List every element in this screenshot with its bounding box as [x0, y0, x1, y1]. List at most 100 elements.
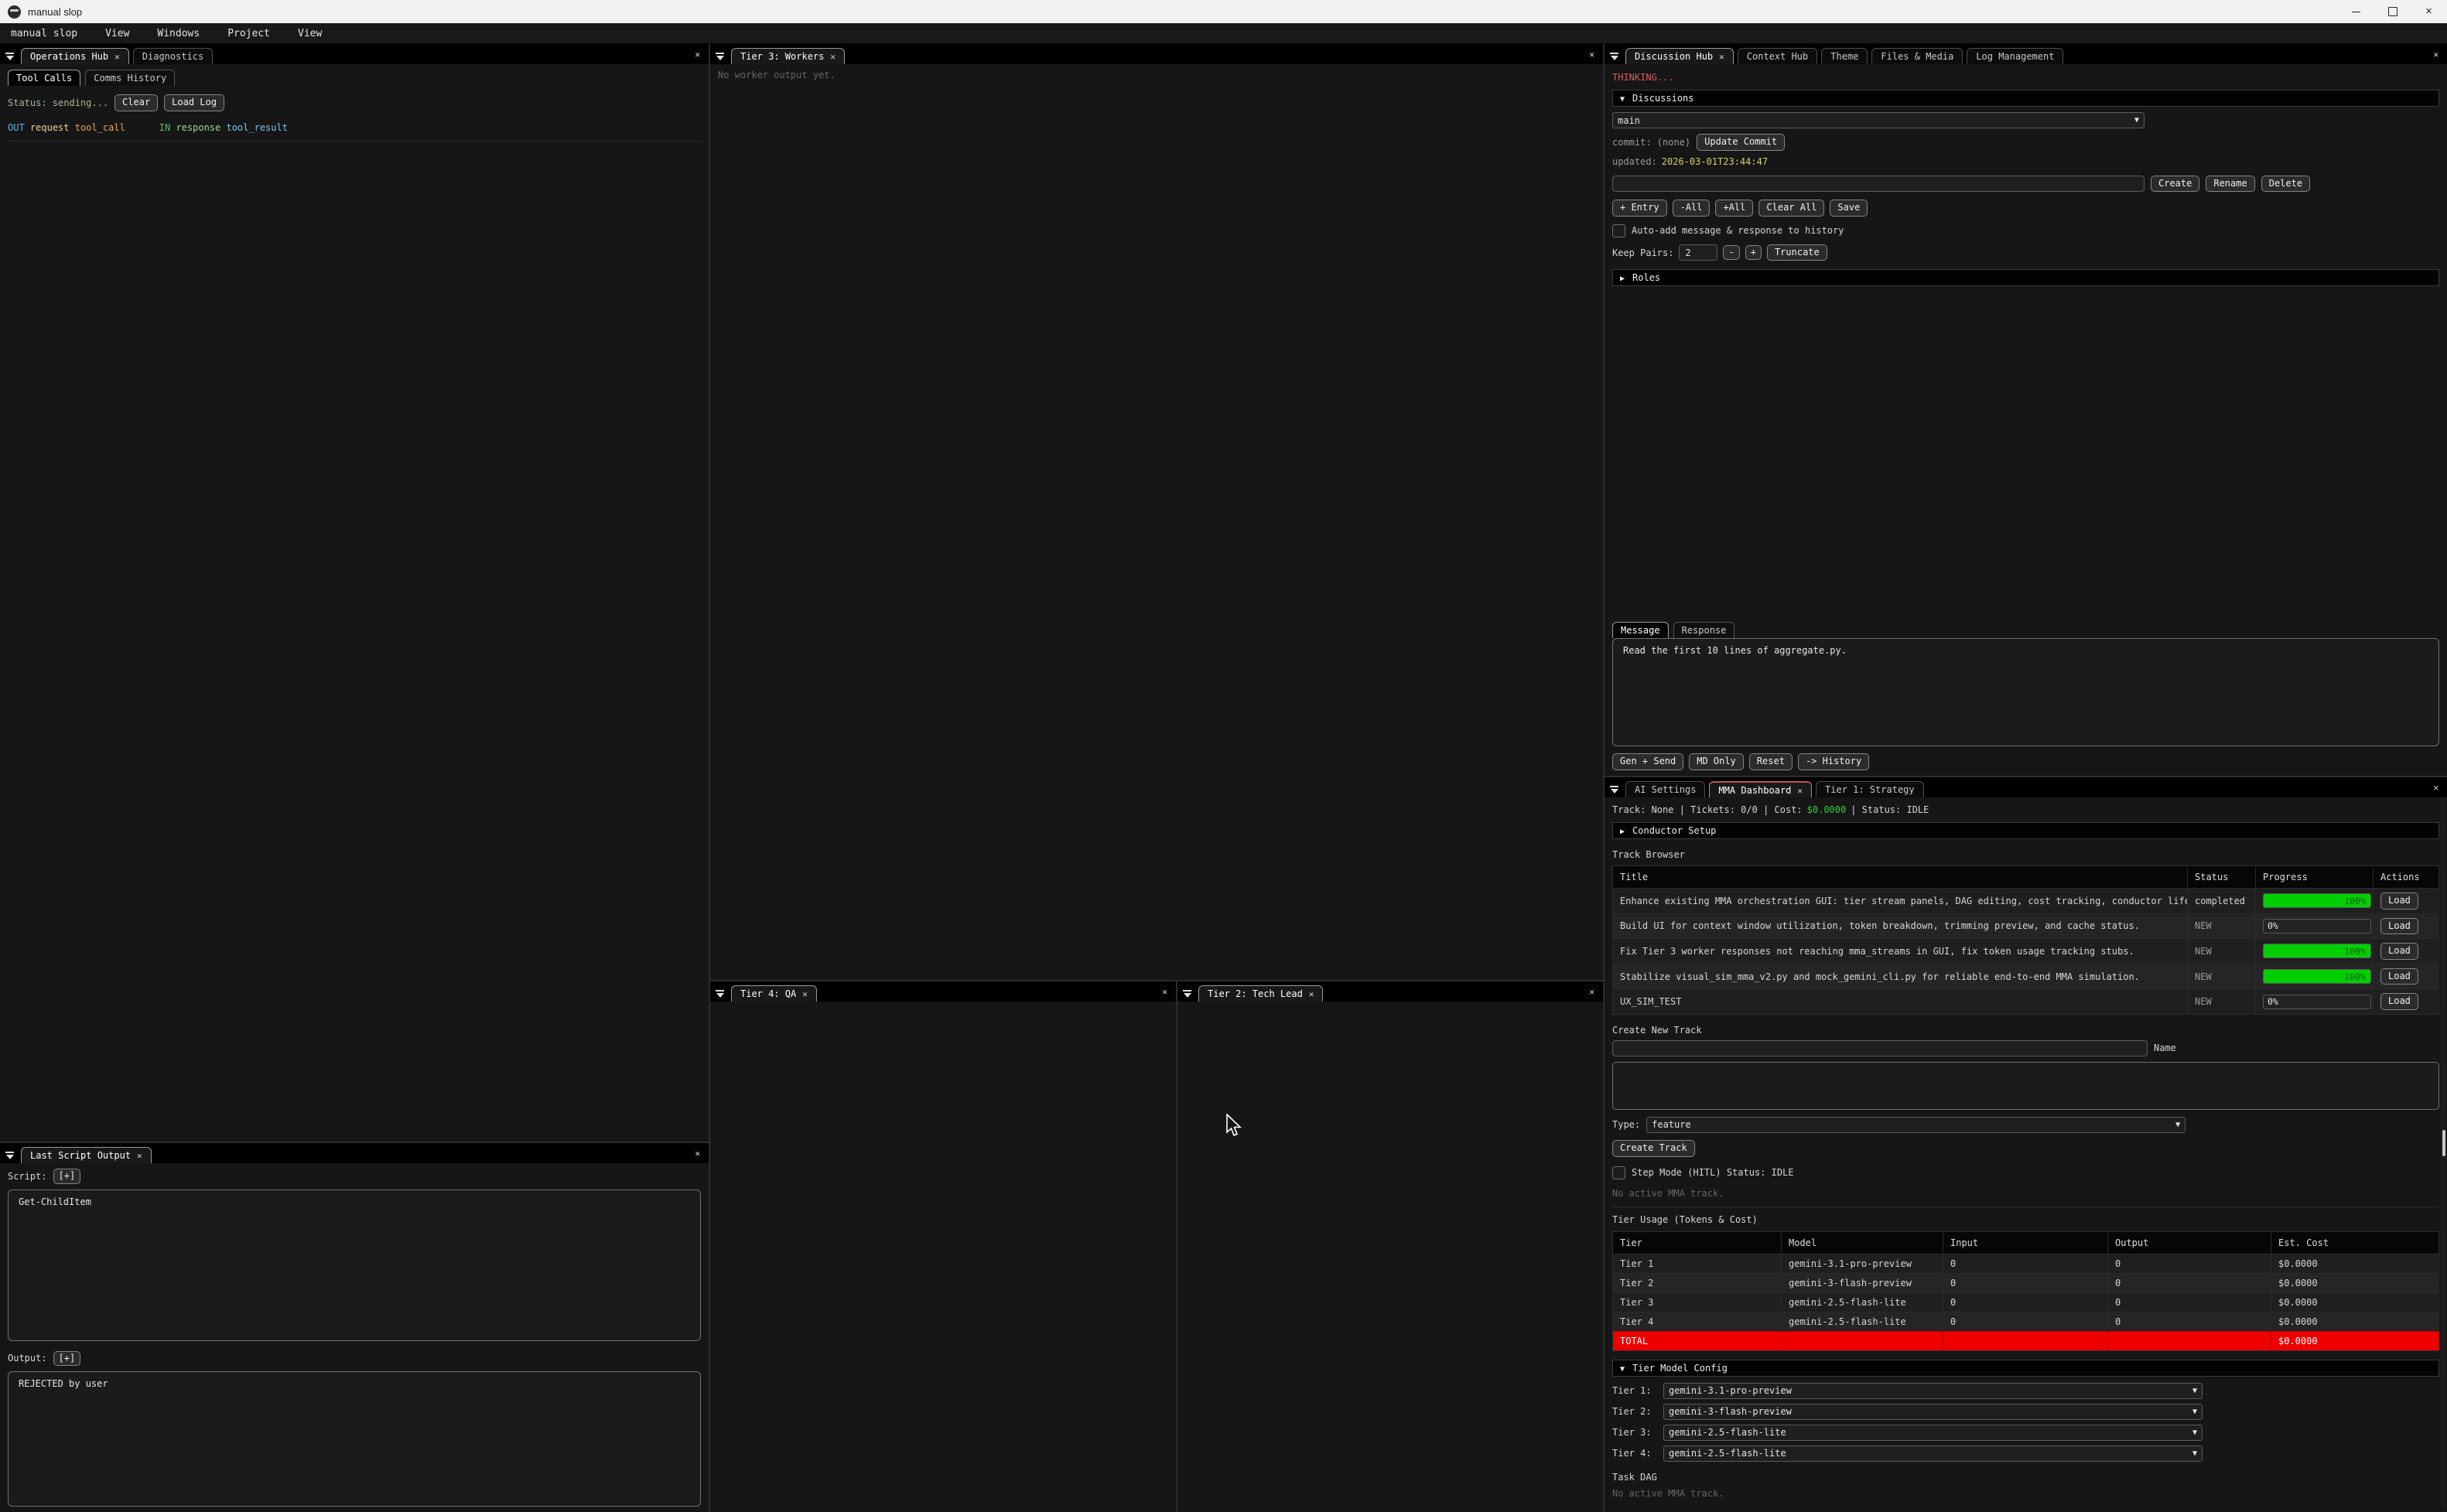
clear-button[interactable]: Clear: [114, 94, 158, 111]
collapse-all-button[interactable]: -All: [1673, 200, 1711, 217]
load-track-button[interactable]: Load: [2380, 968, 2418, 985]
output-expand-button[interactable]: [+]: [53, 1351, 81, 1367]
tab-log-management[interactable]: Log Management: [1967, 48, 2063, 64]
dock-collapse-icon[interactable]: [1608, 786, 1620, 794]
step-mode-checkbox[interactable]: [1612, 1166, 1625, 1179]
close-button[interactable]: [2411, 0, 2447, 23]
load-track-button[interactable]: Load: [2380, 918, 2418, 935]
table-row[interactable]: Stabilize visual_sim_mma_v2.py and mock_…: [1613, 964, 2439, 989]
dock-collapse-icon[interactable]: [4, 1152, 15, 1159]
dock-collapse-icon[interactable]: [714, 53, 726, 60]
tab-comms-history[interactable]: Comms History: [85, 70, 175, 86]
tab-tier2-tech-lead[interactable]: Tier 2: Tech Lead: [1198, 985, 1323, 1002]
workspace: Operations Hub Diagnostics Tool Calls Co…: [0, 44, 2447, 1512]
add-entry-button[interactable]: + Entry: [1612, 200, 1667, 217]
message-textbox[interactable]: Read the first 10 lines of aggregate.py.: [1612, 638, 2439, 746]
gen-send-button[interactable]: Gen + Send: [1612, 753, 1683, 770]
script-expand-button[interactable]: [+]: [53, 1169, 81, 1184]
tab-message[interactable]: Message: [1612, 622, 1669, 638]
expand-all-button[interactable]: +All: [1715, 200, 1753, 217]
tab-discussion-hub[interactable]: Discussion Hub: [1625, 48, 1734, 64]
dock-collapse-icon[interactable]: [714, 990, 726, 998]
create-track-button[interactable]: Create Track: [1612, 1140, 1695, 1157]
table-row[interactable]: Build UI for context window utilization,…: [1613, 913, 2439, 939]
tab-mma-dashboard[interactable]: MMA Dashboard: [1709, 781, 1812, 797]
tier3-model-select[interactable]: gemini-2.5-flash-lite: [1663, 1425, 2203, 1441]
tab-ai-settings[interactable]: AI Settings: [1625, 781, 1705, 797]
track-description-textbox[interactable]: [1612, 1062, 2439, 1110]
menu-item-project[interactable]: Project: [227, 28, 270, 39]
panel-close-icon[interactable]: [692, 1148, 702, 1161]
save-button[interactable]: Save: [1830, 200, 1868, 217]
tab-operations-hub[interactable]: Operations Hub: [21, 48, 129, 64]
tab-close-icon[interactable]: [1309, 988, 1314, 999]
rename-discussion-button[interactable]: Rename: [2206, 176, 2254, 193]
load-track-button[interactable]: Load: [2380, 943, 2418, 960]
reset-button[interactable]: Reset: [1749, 753, 1793, 770]
tier2-model-select[interactable]: gemini-3-flash-preview: [1663, 1404, 2203, 1420]
tab-tier1-strategy[interactable]: Tier 1: Strategy: [1816, 781, 1924, 797]
tab-close-icon[interactable]: [1797, 785, 1803, 796]
panel-close-icon[interactable]: [1587, 49, 1597, 62]
dock-collapse-icon[interactable]: [4, 53, 15, 60]
panel-close-icon[interactable]: [1587, 986, 1597, 999]
load-log-button[interactable]: Load Log: [164, 94, 224, 111]
keep-pairs-input[interactable]: [1679, 244, 1717, 261]
panel-close-icon[interactable]: [2431, 49, 2441, 62]
tier-model-config-section-header[interactable]: Tier Model Config: [1612, 1360, 2439, 1377]
keep-pairs-decrement-button[interactable]: -: [1723, 245, 1739, 261]
script-textbox[interactable]: Get-ChildItem: [8, 1189, 701, 1341]
table-row[interactable]: Fix Tier 3 worker responses not reaching…: [1613, 939, 2439, 964]
tab-tier4-qa[interactable]: Tier 4: QA: [731, 985, 817, 1002]
tier1-model-select[interactable]: gemini-3.1-pro-preview: [1663, 1383, 2203, 1399]
table-row[interactable]: UX_SIM_TEST NEW 0% Load: [1613, 989, 2439, 1015]
menu-item-windows[interactable]: Windows: [157, 28, 200, 39]
roles-section-header[interactable]: Roles: [1612, 269, 2439, 286]
conductor-setup-section-header[interactable]: Conductor Setup: [1612, 822, 2439, 839]
tab-close-icon[interactable]: [1719, 51, 1724, 62]
panel-close-icon[interactable]: [1160, 986, 1170, 999]
discussion-select[interactable]: main: [1612, 112, 2145, 128]
tab-response[interactable]: Response: [1673, 622, 1735, 638]
tab-close-icon[interactable]: [802, 988, 808, 999]
discussions-section-header[interactable]: Discussions: [1612, 90, 2439, 107]
menu-item-view-2[interactable]: View: [298, 28, 322, 39]
menu-item-manual-slop[interactable]: manual slop: [11, 28, 77, 39]
to-history-button[interactable]: -> History: [1798, 753, 1869, 770]
keep-pairs-increment-button[interactable]: +: [1745, 245, 1762, 261]
tab-close-icon[interactable]: [137, 1150, 142, 1161]
panel-close-icon[interactable]: [692, 49, 702, 62]
discussion-name-input[interactable]: [1612, 176, 2145, 192]
menu-item-view[interactable]: View: [105, 28, 129, 39]
maximize-button[interactable]: [2374, 0, 2411, 23]
create-discussion-button[interactable]: Create: [2151, 176, 2199, 193]
auto-add-checkbox[interactable]: [1612, 224, 1625, 237]
tab-tool-calls[interactable]: Tool Calls: [8, 70, 80, 86]
tier4-model-select[interactable]: gemini-2.5-flash-lite: [1663, 1445, 2203, 1462]
table-row[interactable]: Enhance existing MMA orchestration GUI: …: [1613, 889, 2439, 914]
vertical-scrollbar[interactable]: [2441, 797, 2446, 1510]
load-track-button[interactable]: Load: [2380, 893, 2418, 910]
tab-close-icon[interactable]: [830, 51, 836, 62]
load-track-button[interactable]: Load: [2380, 993, 2418, 1010]
tab-diagnostics[interactable]: Diagnostics: [133, 48, 213, 64]
tab-context-hub[interactable]: Context Hub: [1738, 48, 1817, 64]
tab-close-icon[interactable]: [114, 51, 120, 62]
dock-collapse-icon[interactable]: [1181, 990, 1193, 998]
clear-all-button[interactable]: Clear All: [1758, 200, 1824, 217]
tab-theme[interactable]: Theme: [1821, 48, 1868, 64]
tab-tier3-workers[interactable]: Tier 3: Workers: [731, 48, 845, 64]
dock-collapse-icon[interactable]: [1608, 53, 1620, 60]
tab-last-script-output[interactable]: Last Script Output: [21, 1147, 152, 1163]
truncate-button[interactable]: Truncate: [1767, 244, 1827, 261]
minimize-button[interactable]: [2338, 0, 2374, 23]
md-only-button[interactable]: MD Only: [1689, 753, 1744, 770]
track-name-input[interactable]: [1612, 1040, 2148, 1056]
output-textbox[interactable]: REJECTED by user: [8, 1371, 701, 1507]
panel-close-icon[interactable]: [2431, 782, 2441, 795]
track-type-select[interactable]: feature: [1646, 1117, 2186, 1133]
scrollbar-thumb[interactable]: [2442, 1130, 2445, 1156]
delete-discussion-button[interactable]: Delete: [2261, 176, 2310, 193]
tab-files-media[interactable]: Files & Media: [1871, 48, 1963, 64]
update-commit-button[interactable]: Update Commit: [1697, 134, 1785, 151]
